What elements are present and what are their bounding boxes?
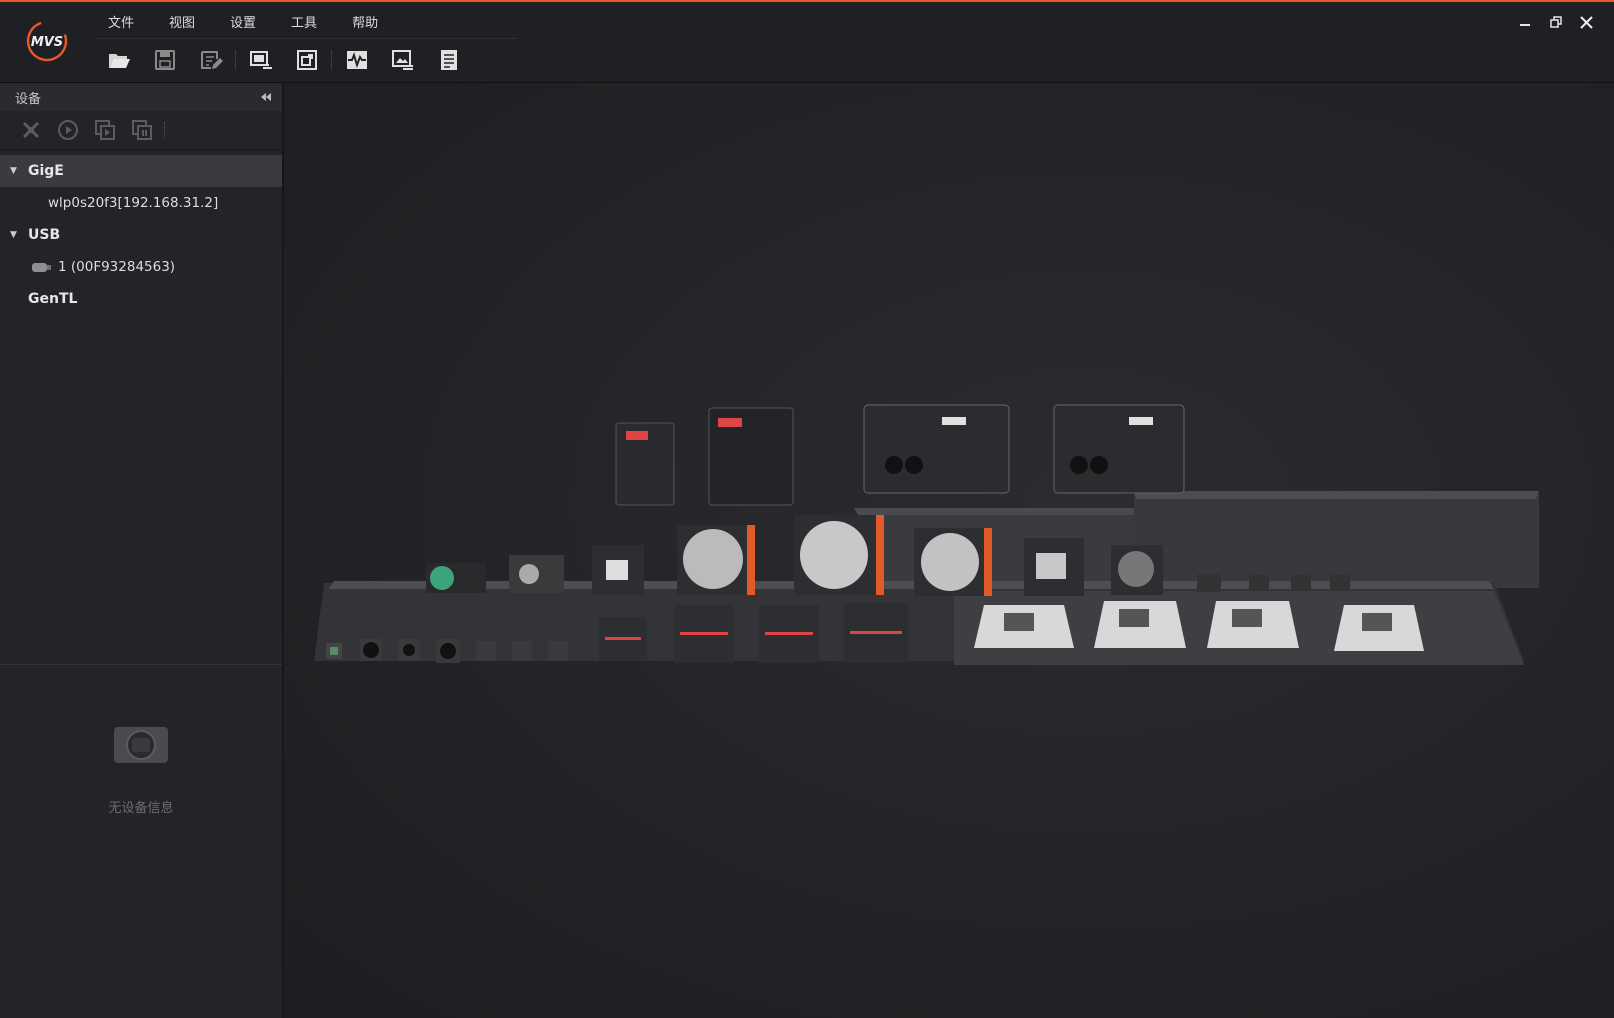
device-info-empty-state: 无设备信息: [0, 723, 282, 816]
menu-help[interactable]: 帮助: [344, 8, 391, 34]
tree-group-gentl[interactable]: GenTL: [0, 283, 282, 315]
tree-item-usb-device[interactable]: 1 (00F93284563): [0, 251, 282, 283]
device-panel-header: 设备: [0, 83, 282, 111]
save-as-icon: [201, 51, 223, 69]
tree-item-network-interface[interactable]: wlp0s20f3[192.168.31.2]: [0, 187, 282, 219]
tree-group-usb[interactable]: ▼ USB: [0, 219, 282, 251]
window-controls: [1509, 10, 1602, 34]
tree-group-gige[interactable]: ▼ GigE: [0, 155, 282, 187]
chevron-down-icon[interactable]: ▼: [10, 230, 24, 240]
toolbar-separator: [331, 51, 333, 69]
device-panel: 设备 ▼ GigE wlp0s20f3[192.168.31.2] ▼ USB …: [0, 83, 284, 1018]
play-icon: [57, 120, 78, 140]
tree-item-label: wlp0s20f3[192.168.31.2]: [48, 195, 219, 211]
stop-all-button[interactable]: [123, 115, 160, 145]
camera-icon: [114, 727, 168, 763]
tree-group-label: GigE: [28, 163, 64, 179]
close-button[interactable]: [1571, 10, 1602, 34]
stop-all-icon: [131, 120, 152, 140]
restore-button[interactable]: [1540, 10, 1571, 34]
waveform-button[interactable]: [334, 43, 380, 77]
device-panel-toolbar: [0, 111, 282, 150]
mvs-logo: MVS: [26, 20, 68, 62]
disconnect-icon: [22, 121, 39, 139]
waveform-icon: [347, 51, 367, 69]
save-button[interactable]: [142, 43, 188, 77]
minimize-button[interactable]: [1509, 10, 1540, 34]
panel-divider: [0, 664, 282, 665]
save-icon: [155, 50, 175, 70]
save-as-button[interactable]: [188, 43, 234, 77]
collapse-panel-icon[interactable]: [260, 93, 272, 101]
play-button[interactable]: [49, 115, 86, 145]
fit-window-icon: [297, 50, 317, 70]
main-toolbar: [96, 38, 517, 81]
tree-group-label: USB: [28, 227, 61, 243]
title-bar: MVS 文件 视图 设置 工具 帮助: [0, 2, 1614, 83]
device-settings-icon: [250, 51, 272, 69]
device-panel-title: 设备: [15, 91, 42, 107]
chevron-down-icon[interactable]: ▼: [10, 166, 24, 176]
fit-window-button[interactable]: [284, 43, 330, 77]
device-settings-button[interactable]: [238, 43, 284, 77]
menu-bar: 文件 视图 设置 工具 帮助: [100, 8, 405, 34]
tree-group-label: GenTL: [28, 291, 78, 307]
svg-text:MVS: MVS: [31, 35, 63, 50]
mvs-app-window: MVS 文件 视图 设置 工具 帮助 设备 ▼ GigE wlp0s20f3[1…: [0, 0, 1614, 1018]
disconnect-button[interactable]: [12, 115, 49, 145]
empty-device-info-text: 无设备信息: [108, 801, 174, 816]
device-tree: ▼ GigE wlp0s20f3[192.168.31.2] ▼ USB 1 (…: [0, 150, 282, 315]
menu-tools[interactable]: 工具: [283, 8, 330, 34]
open-button[interactable]: [96, 43, 142, 77]
usb-device-icon: [32, 262, 51, 272]
close-icon: [1580, 15, 1593, 29]
toolbar-separator: [164, 122, 166, 138]
camera-product-lineup: [314, 404, 1539, 665]
image-info-icon: [392, 50, 413, 70]
minimize-icon: [1519, 24, 1530, 26]
restore-icon: [1549, 16, 1562, 28]
menu-view[interactable]: 视图: [161, 8, 208, 34]
main-view: [284, 83, 1614, 1018]
start-all-button[interactable]: [86, 115, 123, 145]
menu-settings[interactable]: 设置: [222, 8, 269, 34]
document-list-icon: [441, 50, 457, 70]
document-list-button[interactable]: [426, 43, 472, 77]
image-info-button[interactable]: [380, 43, 426, 77]
menu-file[interactable]: 文件: [100, 8, 147, 34]
tree-item-label: 1 (00F93284563): [58, 259, 176, 275]
folder-open-icon: [109, 54, 130, 68]
toolbar-separator: [235, 51, 237, 69]
start-all-icon: [94, 120, 115, 140]
